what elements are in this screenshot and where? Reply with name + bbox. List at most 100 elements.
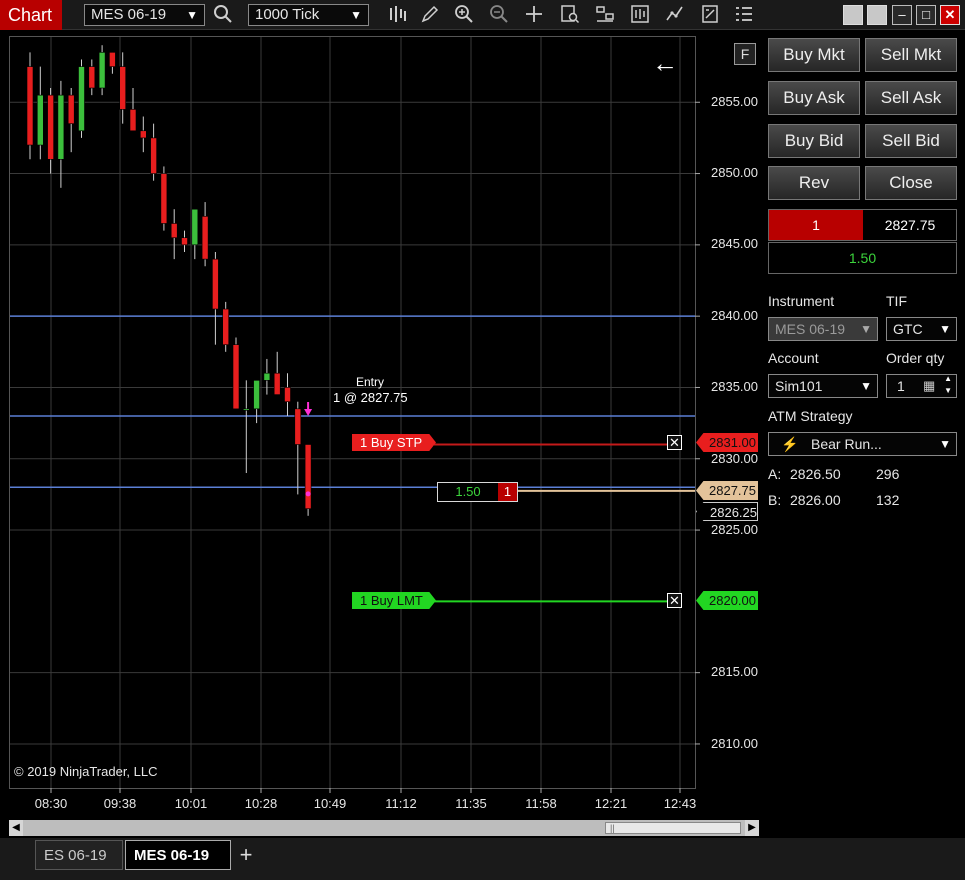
bid-price: 2826.00 bbox=[790, 492, 841, 508]
properties-icon[interactable] bbox=[698, 4, 722, 26]
candle-body bbox=[78, 66, 85, 132]
instrument-tabs: ES 06-19 MES 06-19 + bbox=[0, 838, 965, 880]
atm-strategy-value: Bear Run... bbox=[811, 436, 882, 452]
minimize-icon: – bbox=[898, 7, 906, 22]
atm-strategy-label: ATM Strategy bbox=[768, 408, 853, 424]
back-arrow-icon[interactable]: ← bbox=[652, 50, 678, 76]
price-axis-label: 2835.00 bbox=[711, 379, 758, 394]
chevron-down-icon: ▼ bbox=[350, 8, 362, 22]
bid-size: 132 bbox=[876, 492, 900, 508]
minimize-button[interactable]: – bbox=[892, 5, 912, 25]
scroll-right-button[interactable]: ▶ bbox=[745, 820, 759, 836]
strategies-icon[interactable] bbox=[628, 4, 652, 26]
account-label: Account bbox=[768, 350, 819, 366]
bars-type-icon[interactable] bbox=[385, 4, 409, 26]
close-icon: ✕ bbox=[669, 593, 680, 608]
chevron-down-icon: ▼ bbox=[939, 437, 951, 451]
tab-mes-06-19[interactable]: MES 06-19 bbox=[125, 840, 231, 870]
position-pnl: 1.50 bbox=[455, 484, 481, 499]
cancel-buy-stop-button[interactable]: ✕ bbox=[667, 435, 682, 450]
add-tab-button[interactable]: + bbox=[234, 842, 258, 868]
tif-select[interactable]: GTC ▼ bbox=[886, 317, 957, 341]
position-price-flag: 2827.75 bbox=[696, 481, 758, 500]
buy-market-button[interactable]: Buy Mkt bbox=[768, 38, 860, 72]
ask-size: 296 bbox=[876, 466, 900, 482]
stepper-arrows-icon[interactable]: ▲ ▼ bbox=[944, 373, 952, 397]
cancel-buy-limit-button[interactable]: ✕ bbox=[667, 593, 682, 608]
candle-body bbox=[47, 94, 54, 160]
scrollbar-thumb[interactable]: || bbox=[605, 822, 741, 834]
order-qty-label: Order qty bbox=[886, 350, 945, 366]
bid-label: B: bbox=[768, 492, 782, 508]
instrument-link-button[interactable] bbox=[867, 5, 887, 25]
candle-body bbox=[273, 372, 281, 395]
candle-body bbox=[98, 52, 106, 89]
instrument-selector[interactable]: MES 06-19 ▼ bbox=[84, 4, 205, 26]
candle-body bbox=[253, 380, 260, 410]
zoom-in-icon[interactable] bbox=[452, 4, 476, 26]
time-axis-label: 09:38 bbox=[103, 796, 137, 811]
price-axis-label: 2815.00 bbox=[711, 664, 758, 679]
order-qty-stepper[interactable]: 1 ▦ ▲ ▼ bbox=[886, 374, 957, 398]
price-axis-label: 2810.00 bbox=[711, 736, 758, 751]
candle-body bbox=[243, 408, 250, 411]
price-axis-label: 2845.00 bbox=[711, 236, 758, 251]
maximize-icon: □ bbox=[922, 7, 930, 22]
link-color-button[interactable] bbox=[843, 5, 863, 25]
calculator-icon[interactable]: ▦ bbox=[923, 375, 935, 397]
close-window-button[interactable]: ✕ bbox=[940, 5, 960, 25]
f-button[interactable]: F bbox=[734, 43, 756, 65]
candle-body bbox=[129, 109, 137, 132]
atm-strategy-select[interactable]: ⚡ Bear Run... ▼ bbox=[768, 432, 957, 456]
close-position-button[interactable]: Close bbox=[865, 166, 957, 200]
scroll-left-button[interactable]: ◀ bbox=[9, 820, 23, 836]
position-unrealized-pnl: 1.50 bbox=[848, 250, 877, 266]
chart-scrollbar[interactable]: ◀ || ▶ bbox=[9, 820, 759, 836]
lightning-icon: ⚡ bbox=[781, 436, 799, 452]
candle-body bbox=[57, 94, 65, 160]
time-axis-label: 10:28 bbox=[244, 796, 278, 811]
interval-selector[interactable]: 1000 Tick ▼ bbox=[248, 4, 369, 26]
indicators-icon[interactable] bbox=[593, 4, 617, 26]
candle-body bbox=[304, 444, 312, 509]
maximize-button[interactable]: □ bbox=[916, 5, 936, 25]
tab-es-06-19[interactable]: ES 06-19 bbox=[35, 840, 123, 870]
chevron-down-icon: ▼ bbox=[860, 322, 872, 336]
price-chart[interactable]: F ← 2855.00 2850.00 2845.00 2840.00 2835… bbox=[9, 36, 759, 836]
buy-stop-order-tag[interactable]: 1 Buy STP bbox=[352, 434, 436, 451]
menu-list-icon[interactable] bbox=[732, 4, 756, 26]
crosshair-icon[interactable] bbox=[522, 4, 546, 26]
pencil-draw-icon[interactable] bbox=[418, 4, 442, 26]
account-select[interactable]: Sim101 ▼ bbox=[768, 374, 878, 398]
copyright-text: © 2019 NinjaTrader, LLC bbox=[14, 764, 158, 779]
sell-bid-button[interactable]: Sell Bid bbox=[865, 124, 957, 158]
time-axis-label: 10:01 bbox=[174, 796, 208, 811]
last-price-flag: 2826.25 bbox=[696, 502, 758, 521]
candle-body bbox=[170, 223, 178, 239]
chart-trader-icon[interactable] bbox=[663, 4, 687, 26]
data-box-icon[interactable] bbox=[558, 4, 582, 26]
candle-body bbox=[181, 237, 188, 246]
reverse-button[interactable]: Rev bbox=[768, 166, 860, 200]
window-title: Chart bbox=[0, 0, 62, 30]
chevron-down-icon: ▼ bbox=[186, 8, 198, 22]
buy-ask-button[interactable]: Buy Ask bbox=[768, 81, 860, 115]
instrument-select: MES 06-19 ▼ bbox=[768, 317, 878, 341]
sell-market-button[interactable]: Sell Mkt bbox=[865, 38, 957, 72]
buy-limit-price-flag[interactable]: 2820.00 bbox=[696, 591, 758, 610]
buy-bid-button[interactable]: Buy Bid bbox=[768, 124, 860, 158]
candle-body bbox=[232, 344, 240, 410]
candle-body bbox=[284, 387, 291, 403]
sell-ask-button[interactable]: Sell Ask bbox=[865, 81, 957, 115]
time-axis-label: 08:30 bbox=[34, 796, 68, 811]
position-box[interactable]: 1.50 1 bbox=[437, 482, 518, 502]
price-axis-label: 2855.00 bbox=[711, 94, 758, 109]
instrument-label: Instrument bbox=[768, 293, 835, 309]
candle-body bbox=[119, 66, 126, 110]
candle-body bbox=[294, 408, 302, 445]
buy-stop-price-flag[interactable]: 2831.00 bbox=[696, 433, 758, 452]
zoom-out-icon[interactable] bbox=[487, 4, 511, 26]
search-icon[interactable] bbox=[211, 4, 235, 26]
position-pnl-row: 1.50 bbox=[768, 242, 957, 274]
buy-limit-order-tag[interactable]: 1 Buy LMT bbox=[352, 592, 436, 609]
